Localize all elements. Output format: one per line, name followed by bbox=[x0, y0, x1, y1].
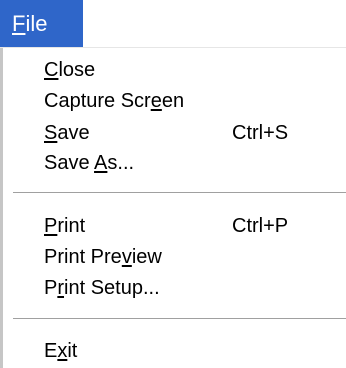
menu-item-label: Print Preview bbox=[44, 246, 162, 268]
menu-item-close[interactable]: Close bbox=[3, 55, 346, 85]
menu-item-shortcut: Ctrl+P bbox=[232, 215, 289, 237]
menu-item-label: Close bbox=[44, 59, 96, 81]
menu-item-label: Save bbox=[44, 122, 90, 144]
file-menu-button[interactable]: File bbox=[0, 0, 83, 47]
menu-item-label: Print Setup... bbox=[44, 277, 160, 299]
menu-item-capture-screen[interactable]: Capture Screen bbox=[3, 86, 346, 116]
file-dropdown-menu: Close Capture Screen Save Ctrl+S Save As… bbox=[0, 47, 346, 368]
menu-item-label: Exit bbox=[44, 340, 78, 362]
menu-item-save-as[interactable]: Save As... bbox=[3, 148, 346, 178]
menu-item-shortcut: Ctrl+S bbox=[232, 122, 289, 144]
file-menu-label: File bbox=[12, 11, 48, 36]
menu-separator bbox=[13, 192, 346, 196]
menu-item-print-setup[interactable]: Print Setup... bbox=[3, 273, 346, 303]
menu-item-print[interactable]: Print Ctrl+P bbox=[3, 211, 346, 241]
menu-item-label: Save As... bbox=[44, 152, 135, 174]
menu-item-save[interactable]: Save Ctrl+S bbox=[3, 118, 346, 148]
menu-item-label: Print bbox=[44, 215, 86, 237]
menu-item-exit[interactable]: Exit bbox=[3, 336, 346, 366]
menu-separator bbox=[13, 318, 346, 322]
menu-item-print-preview[interactable]: Print Preview bbox=[3, 242, 346, 272]
menu-item-label: Capture Screen bbox=[44, 90, 185, 112]
